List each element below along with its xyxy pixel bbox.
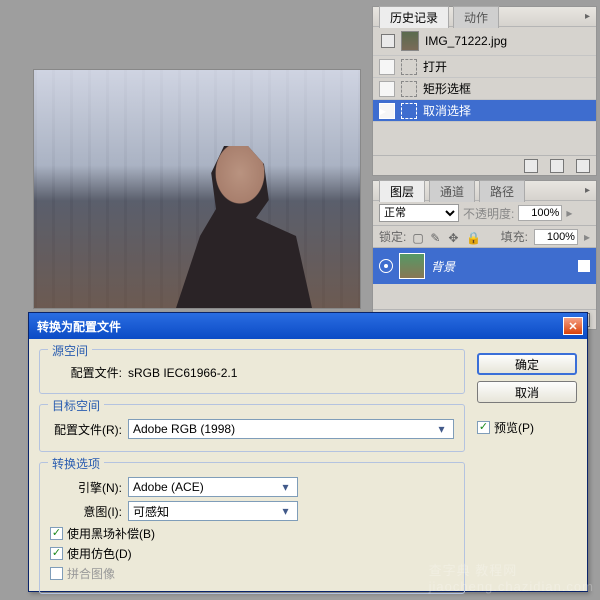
source-profile-label: 配置文件: (50, 364, 122, 381)
visibility-icon[interactable] (379, 259, 393, 273)
lock-brush-icon[interactable]: ✎ (430, 231, 442, 243)
marquee-icon (401, 81, 417, 97)
checkbox-checked-icon[interactable]: ✓ (50, 547, 63, 560)
history-item-selected[interactable]: ▸ 取消选择 (373, 100, 596, 122)
history-item[interactable]: 打开 (373, 56, 596, 78)
lock-all-icon[interactable]: 🔒 (466, 231, 478, 243)
history-item-label: 打开 (423, 58, 447, 75)
tab-layers[interactable]: 图层 (379, 180, 425, 202)
engine-select[interactable]: Adobe (ACE) ▾ (128, 477, 298, 497)
layers-panel: 图层 通道 路径 ▸ 正常 不透明度: ▸ 锁定: ▢ ✎ ✥ 🔒 填充: ▸ … (372, 180, 597, 330)
blend-mode-select[interactable]: 正常 (379, 204, 459, 222)
tab-history[interactable]: 历史记录 (379, 6, 449, 28)
tab-paths[interactable]: 路径 (479, 180, 525, 202)
open-icon (401, 59, 417, 75)
history-footer (373, 155, 596, 175)
convert-profile-dialog: 转换为配置文件 ✕ 源空间 配置文件: sRGB IEC61966-2.1 目标… (28, 312, 588, 592)
fill-label: 填充: (501, 228, 528, 245)
history-panel: 历史记录 动作 ▸ IMG_71222.jpg 打开 矩形选框 ▸ 取消选择 (372, 6, 597, 176)
history-slot: ▸ (379, 103, 395, 119)
stepper-icon[interactable]: ▸ (584, 230, 590, 244)
fill-input[interactable] (534, 229, 578, 245)
group-title: 源空间 (48, 342, 92, 359)
intent-value: 可感知 (133, 503, 169, 520)
panel-menu-icon[interactable]: ▸ (585, 185, 590, 196)
ok-button[interactable]: 确定 (477, 353, 577, 375)
snapshot-icon (381, 34, 395, 48)
blackpoint-label: 使用黑场补偿(B) (67, 525, 155, 542)
flatten-checkbox-row[interactable]: 拼合图像 (50, 565, 454, 582)
image-content (34, 70, 360, 308)
history-doc-row[interactable]: IMG_71222.jpg (373, 27, 596, 56)
intent-label: 意图(I): (50, 503, 122, 520)
chevron-down-icon: ▾ (278, 504, 293, 518)
history-item-label: 矩形选框 (423, 80, 471, 97)
history-slot (379, 59, 395, 75)
conversion-options-group: 转换选项 引擎(N): Adobe (ACE) ▾ 意图(I): 可感知 ▾ (39, 462, 465, 594)
lock-move-icon[interactable]: ✥ (448, 231, 460, 243)
new-doc-icon[interactable] (550, 159, 564, 173)
intent-select[interactable]: 可感知 ▾ (128, 501, 298, 521)
new-snapshot-icon[interactable] (524, 159, 538, 173)
opacity-label: 不透明度: (463, 205, 514, 222)
history-item[interactable]: 矩形选框 (373, 78, 596, 100)
history-panel-tabs: 历史记录 动作 ▸ (373, 7, 596, 27)
history-item-label: 取消选择 (423, 102, 471, 119)
dest-profile-value: Adobe RGB (1998) (133, 422, 235, 436)
lock-transparency-icon[interactable]: ▢ (412, 231, 424, 243)
document-canvas[interactable] (33, 69, 361, 309)
source-profile-value: sRGB IEC61966-2.1 (128, 366, 237, 380)
source-space-group: 源空间 配置文件: sRGB IEC61966-2.1 (39, 349, 465, 394)
tab-actions[interactable]: 动作 (453, 6, 499, 28)
preview-checkbox-row[interactable]: ✓ 预览(P) (477, 419, 577, 436)
blend-row: 正常 不透明度: ▸ (373, 201, 596, 226)
tab-channels[interactable]: 通道 (429, 180, 475, 202)
layer-lock-icon (578, 260, 590, 272)
layer-thumb (399, 253, 425, 279)
lock-label: 锁定: (379, 228, 406, 245)
group-title: 目标空间 (48, 397, 104, 414)
checkbox-unchecked-icon[interactable] (50, 567, 63, 580)
group-title: 转换选项 (48, 455, 104, 472)
subject-silhouette (160, 128, 320, 308)
engine-value: Adobe (ACE) (133, 480, 204, 494)
cancel-button[interactable]: 取消 (477, 381, 577, 403)
dest-profile-label: 配置文件(R): (50, 421, 122, 438)
layer-name: 背景 (431, 258, 455, 275)
dialog-titlebar[interactable]: 转换为配置文件 ✕ (29, 313, 587, 339)
chevron-down-icon: ▾ (278, 480, 293, 494)
dither-checkbox-row[interactable]: ✓ 使用仿色(D) (50, 545, 454, 562)
stepper-icon[interactable]: ▸ (566, 206, 572, 220)
dialog-body: 源空间 配置文件: sRGB IEC61966-2.1 目标空间 配置文件(R)… (29, 339, 587, 591)
dest-space-group: 目标空间 配置文件(R): Adobe RGB (1998) ▾ (39, 404, 465, 452)
history-slot (379, 81, 395, 97)
engine-label: 引擎(N): (50, 479, 122, 496)
doc-name: IMG_71222.jpg (425, 34, 507, 48)
doc-thumb (401, 31, 419, 51)
flatten-label: 拼合图像 (67, 565, 115, 582)
dest-profile-select[interactable]: Adobe RGB (1998) ▾ (128, 419, 454, 439)
deselect-icon (401, 103, 417, 119)
dither-label: 使用仿色(D) (67, 545, 132, 562)
close-icon[interactable]: ✕ (563, 317, 583, 335)
blackpoint-checkbox-row[interactable]: ✓ 使用黑场补偿(B) (50, 525, 454, 542)
preview-label: 预览(P) (494, 419, 534, 436)
panel-menu-icon[interactable]: ▸ (585, 11, 590, 22)
history-list: 打开 矩形选框 ▸ 取消选择 (373, 56, 596, 122)
checkbox-checked-icon[interactable]: ✓ (477, 421, 490, 434)
chevron-down-icon: ▾ (434, 422, 449, 436)
layers-panel-tabs: 图层 通道 路径 ▸ (373, 181, 596, 201)
layer-row-selected[interactable]: 背景 (373, 248, 596, 284)
dialog-title: 转换为配置文件 (37, 318, 121, 335)
checkbox-checked-icon[interactable]: ✓ (50, 527, 63, 540)
trash-icon[interactable] (576, 159, 590, 173)
opacity-input[interactable] (518, 205, 562, 221)
lock-row: 锁定: ▢ ✎ ✥ 🔒 填充: ▸ (373, 226, 596, 248)
